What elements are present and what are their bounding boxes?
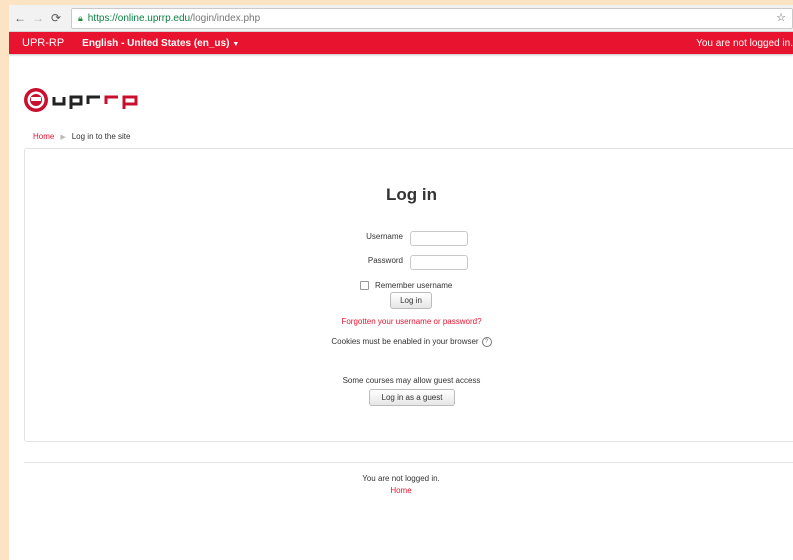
url-domain: https://online.uprrp.edu bbox=[87, 13, 191, 24]
breadcrumb-separator-icon: ▶ bbox=[60, 133, 66, 141]
login-button[interactable]: Log in bbox=[390, 292, 432, 309]
guest-login-button[interactable]: Log in as a guest bbox=[369, 389, 455, 406]
footer-home-link[interactable]: Home bbox=[9, 486, 793, 495]
breadcrumb: Home ▶ Log in to the site bbox=[33, 132, 130, 141]
reload-icon[interactable]: ⟳ bbox=[47, 11, 65, 25]
password-label: Password bbox=[367, 256, 403, 265]
password-input[interactable] bbox=[410, 255, 468, 270]
login-status: You are not logged in. bbox=[696, 38, 793, 49]
login-panel: Log in Username Password Remember userna… bbox=[24, 148, 793, 442]
footer-divider bbox=[24, 462, 793, 463]
chevron-down-icon: ▼ bbox=[232, 40, 240, 48]
cookies-notice: Cookies must be enabled in your browser? bbox=[25, 337, 793, 347]
breadcrumb-home[interactable]: Home bbox=[33, 132, 54, 141]
uprrp-logo[interactable] bbox=[24, 85, 169, 115]
navbar-brand[interactable]: UPR-RP bbox=[22, 37, 64, 49]
back-icon[interactable]: ← bbox=[11, 11, 29, 25]
remember-label: Remember username bbox=[375, 281, 453, 290]
url-path: /login/index.php bbox=[190, 13, 261, 24]
site-navbar: UPR-RP English - United States (en_us) ▼ … bbox=[9, 32, 793, 54]
browser-window: ← → ⟳ 🔒︎ https://online.uprrp.edu/login/… bbox=[9, 5, 793, 560]
address-bar[interactable]: 🔒︎ https://online.uprrp.edu/login/index.… bbox=[71, 8, 793, 29]
forward-icon[interactable]: → bbox=[29, 11, 47, 25]
browser-toolbar: ← → ⟳ 🔒︎ https://online.uprrp.edu/login/… bbox=[9, 5, 793, 32]
username-input[interactable] bbox=[410, 231, 468, 246]
forgot-password-link[interactable]: Forgotten your username or password? bbox=[25, 317, 793, 326]
cookies-text: Cookies must be enabled in your browser bbox=[331, 337, 479, 347]
lock-icon: 🔒︎ bbox=[78, 13, 83, 23]
language-label: English - United States (en_us) bbox=[82, 37, 230, 49]
remember-checkbox[interactable] bbox=[360, 281, 369, 290]
footer-login-status: You are not logged in. bbox=[362, 474, 440, 483]
language-menu[interactable]: English - United States (en_us) ▼ bbox=[82, 38, 239, 49]
help-icon[interactable]: ? bbox=[481, 337, 492, 347]
guest-access-text: Some courses may allow guest access bbox=[342, 376, 481, 385]
star-icon[interactable]: ☆ bbox=[776, 11, 786, 24]
page-title: Log in bbox=[386, 185, 437, 204]
breadcrumb-current: Log in to the site bbox=[71, 132, 131, 141]
username-label: Username bbox=[366, 232, 403, 241]
